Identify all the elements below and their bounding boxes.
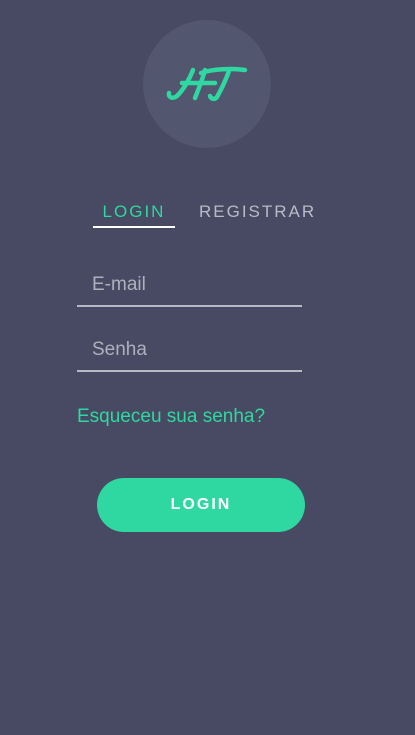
ht-monogram-logo-icon — [166, 66, 248, 102]
email-field[interactable] — [77, 265, 302, 307]
logo — [143, 20, 271, 148]
tab-login[interactable]: LOGIN — [93, 202, 175, 222]
forgot-password-link[interactable]: Esqueceu sua senha? — [77, 406, 265, 428]
tab-register[interactable]: REGISTRAR — [199, 202, 316, 222]
active-tab-indicator — [93, 226, 175, 228]
login-button[interactable]: LOGIN — [97, 478, 305, 532]
password-field[interactable] — [77, 330, 302, 372]
